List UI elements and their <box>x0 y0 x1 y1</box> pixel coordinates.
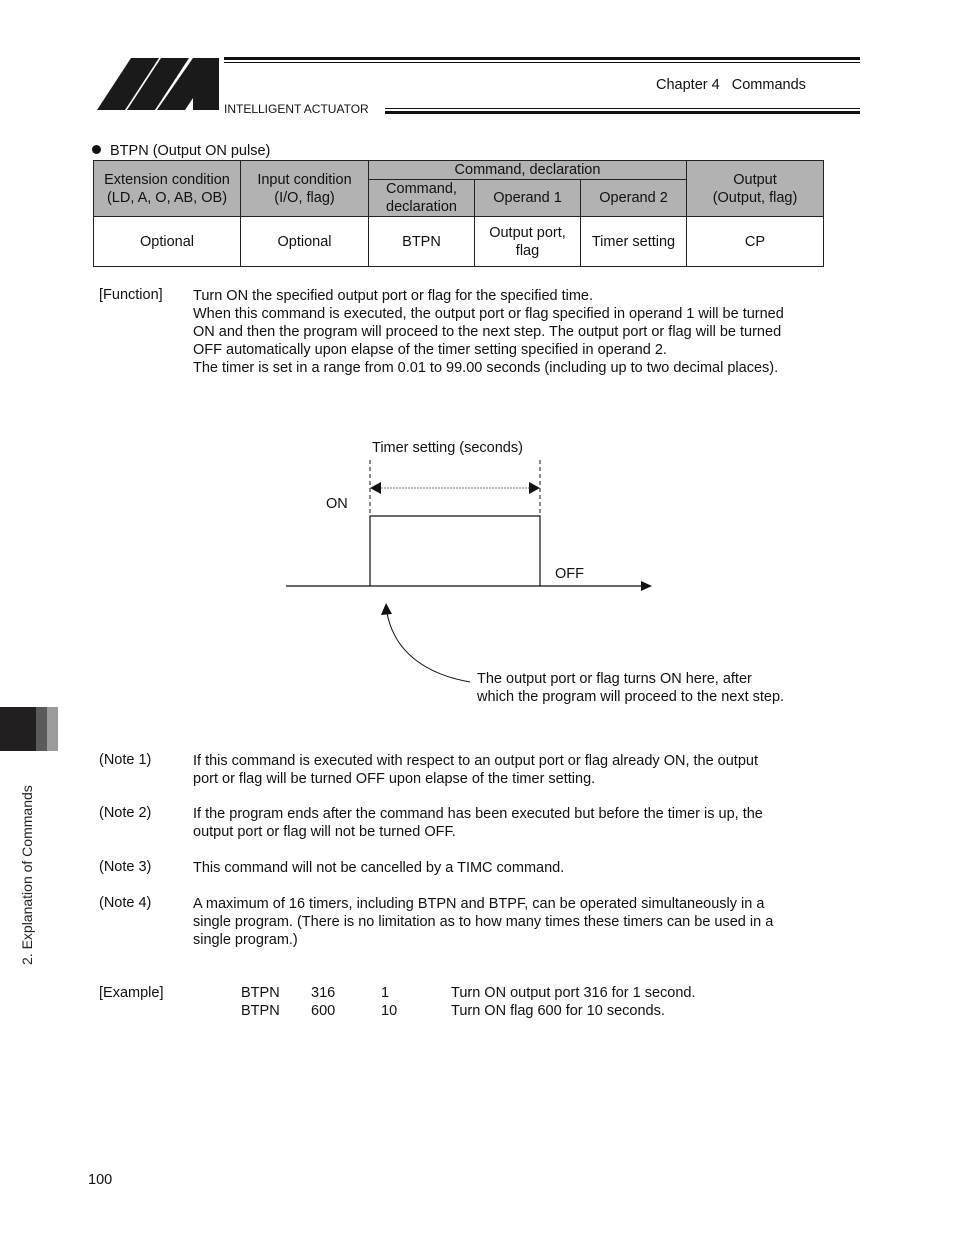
spec-table: Extension condition (LD, A, O, AB, OB) In… <box>93 160 824 267</box>
cell-extension: Optional <box>93 216 241 267</box>
chapter-title: Chapter 4 Commands <box>656 77 806 93</box>
note-text: A maximum of 16 timers, including BTPN a… <box>193 896 774 948</box>
callout-text: The output port or flag turns ON here, a… <box>477 671 785 705</box>
example-operand2: 1 <box>381 985 390 1001</box>
example-operand1: 316 <box>311 985 336 1001</box>
pulse-waveform <box>369 515 541 586</box>
bullet-icon <box>92 145 101 154</box>
header-input-condition: Input condition (I/O, flag) <box>240 160 369 217</box>
note-text: This command will not be cancelled by a … <box>193 860 565 876</box>
note-label: (Note 1) <box>99 752 152 768</box>
function-label: [Function] <box>99 287 163 303</box>
timer-setting-label: Timer setting (seconds) <box>372 440 523 456</box>
header-output: Output (Output, flag) <box>686 160 824 217</box>
example-description: Turn ON output port 316 for 1 second. <box>451 985 696 1001</box>
page-number: 100 <box>88 1172 113 1188</box>
header-rule <box>224 62 860 63</box>
example-command: BTPN <box>241 985 280 1001</box>
timing-diagram <box>286 460 652 591</box>
header-rule <box>385 108 860 109</box>
arrowhead-right-icon <box>529 482 540 494</box>
header-operand2: Operand 2 <box>580 179 687 217</box>
note-text: If the program ends after the command ha… <box>193 806 763 840</box>
callout-arrow <box>381 603 471 683</box>
header-extension-condition: Extension condition (LD, A, O, AB, OB) <box>93 160 241 217</box>
example-command: BTPN <box>241 1003 280 1019</box>
side-tab-block <box>0 707 36 751</box>
table-row: Optional Optional BTPN Output port, flag … <box>93 216 824 267</box>
arrowhead-left-icon <box>370 482 381 494</box>
cell-operand1: Output port, flag <box>474 216 581 267</box>
section-title-text: BTPN (Output ON pulse) <box>110 143 271 159</box>
example-block: BTPN 316 1 Turn ON output port 316 for 1… <box>0 985 954 1025</box>
function-text: Turn ON the specified output port or fla… <box>193 288 784 376</box>
example-operand1: 600 <box>311 1003 336 1019</box>
header-operand1: Operand 1 <box>474 179 581 217</box>
example-description: Turn ON flag 600 for 10 seconds. <box>451 1003 665 1019</box>
header-command: Command, declaration <box>368 179 475 217</box>
side-tab-block <box>36 707 47 751</box>
note-label: (Note 4) <box>99 895 152 911</box>
header-rule <box>385 111 860 114</box>
iai-logo <box>97 58 219 110</box>
on-label: ON <box>326 496 348 512</box>
header-command-group: Command, declaration <box>368 160 687 180</box>
axis-arrow-icon <box>641 581 652 591</box>
cell-operand2: Timer setting <box>580 216 687 267</box>
cell-command: BTPN <box>368 216 475 267</box>
note-label: (Note 3) <box>99 859 152 875</box>
cell-input: Optional <box>240 216 369 267</box>
example-operand2: 10 <box>381 1003 398 1019</box>
header-rule <box>224 57 860 60</box>
cell-output: CP <box>686 216 824 267</box>
section-title: BTPN (Output ON pulse) <box>92 143 270 159</box>
note-text: If this command is executed with respect… <box>193 753 758 787</box>
side-tab-block <box>47 707 58 751</box>
off-label: OFF <box>555 566 584 582</box>
side-tab-label: 2. Explanation of Commands <box>19 785 35 965</box>
note-label: (Note 2) <box>99 805 152 821</box>
brand-name: INTELLIGENT ACTUATOR <box>224 102 369 116</box>
callout-arrowhead-icon <box>381 603 392 615</box>
